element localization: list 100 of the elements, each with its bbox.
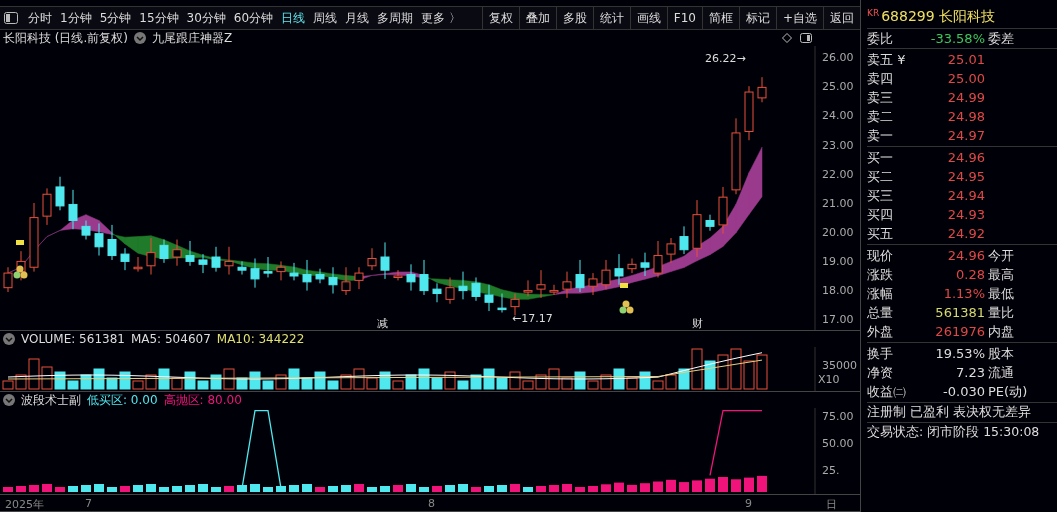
oscillator-tick: 75.00 <box>822 410 854 423</box>
period-tab[interactable]: 日线 <box>277 9 310 27</box>
quote-label: 总量 <box>867 303 894 322</box>
candlestick <box>588 272 598 296</box>
toolbar-button[interactable]: 多股 <box>555 7 593 29</box>
quote-value: -33.58% <box>929 31 985 46</box>
quote-label: 今开 <box>988 246 1014 265</box>
period-label: 日 <box>826 497 837 512</box>
candlestick <box>497 293 507 313</box>
quote-label: PE(动) <box>988 382 1028 401</box>
quote-value: 561381 <box>934 305 985 320</box>
date-label: 9 <box>745 497 752 510</box>
quote-label: 最高 <box>988 265 1014 284</box>
toolbar-button[interactable]: 叠加 <box>518 7 556 29</box>
flag-marker <box>16 240 24 245</box>
period-tab[interactable]: 5分钟 <box>95 9 136 27</box>
candlestick <box>159 239 169 264</box>
chart-title: 长阳科技 (日线.前复权) <box>3 29 128 47</box>
toolbar-button[interactable]: F10 <box>666 7 702 29</box>
candlestick <box>406 263 416 292</box>
period-tab[interactable]: 60分钟 <box>229 9 278 27</box>
quote-value: 261976 <box>934 324 985 339</box>
candlestick <box>29 202 39 273</box>
dropdown-icon[interactable] <box>134 32 146 44</box>
toolbar-button[interactable]: 画线 <box>629 7 667 29</box>
sidebar-toggle-icon[interactable] <box>4 12 18 24</box>
candlestick <box>328 266 338 294</box>
candlestick <box>692 199 702 258</box>
panel-icon[interactable] <box>800 33 812 43</box>
candlestick <box>523 279 533 297</box>
candlestick <box>263 256 273 278</box>
price-tick: 24.00 <box>822 109 854 122</box>
price-tick: 23.00 <box>822 139 854 152</box>
price-tick: 25.00 <box>822 80 854 93</box>
bid-price: 24.94 <box>946 188 985 203</box>
quote-label: 最低 <box>988 284 1014 303</box>
toolbar-button[interactable]: 标记 <box>738 7 776 29</box>
candlestick <box>575 259 585 293</box>
indicator-name: 九尾跟庄神器Z <box>152 29 233 47</box>
price-tick: 21.00 <box>822 197 854 210</box>
dropdown-icon[interactable] <box>3 394 15 406</box>
period-tab[interactable]: 1分钟 <box>56 9 96 27</box>
candlestick <box>185 240 195 267</box>
ask-price: 25.01 <box>946 52 985 67</box>
candlestick <box>224 246 234 276</box>
quote-label: 委差 <box>988 29 1014 48</box>
period-tab[interactable]: 30分钟 <box>182 9 230 27</box>
period-tab[interactable]: 多周期 <box>373 9 418 27</box>
candlestick <box>289 262 299 281</box>
toolbar-button[interactable]: 简框 <box>701 7 739 29</box>
candlestick <box>354 266 364 290</box>
candlestick <box>42 187 52 226</box>
diamond-icon[interactable] <box>782 33 792 43</box>
candlestick <box>94 222 104 257</box>
date-label: 8 <box>428 497 435 510</box>
candlestick <box>666 237 676 264</box>
bid-label: 买四 <box>867 205 894 224</box>
candlestick <box>367 247 377 271</box>
candlestick <box>679 225 689 255</box>
period-tab[interactable]: 月线 <box>341 9 374 27</box>
toolbar-button[interactable]: 复权 <box>481 7 519 29</box>
price-tick: 20.00 <box>822 226 854 239</box>
stock-tags: 注册制 已盈利 表决权无差异 <box>867 404 1031 421</box>
quote-value: -0.030 <box>942 384 985 399</box>
toolbar-button[interactable]: +自选 <box>775 7 823 29</box>
candlestick <box>133 256 143 273</box>
bid-label: 买五 <box>867 224 894 243</box>
stock-title: 688299 长阳科技 <box>881 8 996 26</box>
candlestick <box>471 276 481 302</box>
ask-price: 24.97 <box>946 128 985 143</box>
candlestick <box>562 271 572 299</box>
period-tab[interactable]: 周线 <box>309 9 342 27</box>
quote-label: 涨跌 <box>867 265 894 284</box>
quote-label: 流通 <box>988 363 1014 382</box>
candlestick <box>146 237 156 276</box>
period-tab[interactable]: 15分钟 <box>135 9 183 27</box>
period-tab[interactable]: 更多 〉 <box>417 9 465 27</box>
indicator-name: 波段术士副 <box>21 391 81 409</box>
ask-price: 24.98 <box>946 109 985 124</box>
price-tick: 22.00 <box>822 168 854 181</box>
candlestick <box>172 239 182 267</box>
price-tick: 26.00 <box>822 51 854 64</box>
candlestick <box>705 214 715 232</box>
dropdown-icon[interactable] <box>3 333 15 345</box>
period-tab[interactable]: 分时 <box>24 9 56 27</box>
candlestick <box>250 258 260 289</box>
flag-marker <box>620 283 628 288</box>
ask-label: 卖五 ¥ <box>867 50 907 69</box>
ask-label: 卖二 <box>867 107 894 126</box>
candlestick <box>380 241 390 280</box>
toolbar-button[interactable]: 统计 <box>592 7 630 29</box>
ask-label: 卖一 <box>867 126 894 145</box>
price-tick: 18.00 <box>822 284 854 297</box>
candlestick <box>393 269 403 281</box>
candlestick <box>68 189 78 230</box>
toolbar-button[interactable]: 返回 <box>823 7 860 29</box>
quote-label: 收益㈡ <box>867 382 907 401</box>
quote-value: 7.23 <box>955 365 985 380</box>
ask-label: 卖三 <box>867 88 894 107</box>
candlestick <box>718 186 728 235</box>
